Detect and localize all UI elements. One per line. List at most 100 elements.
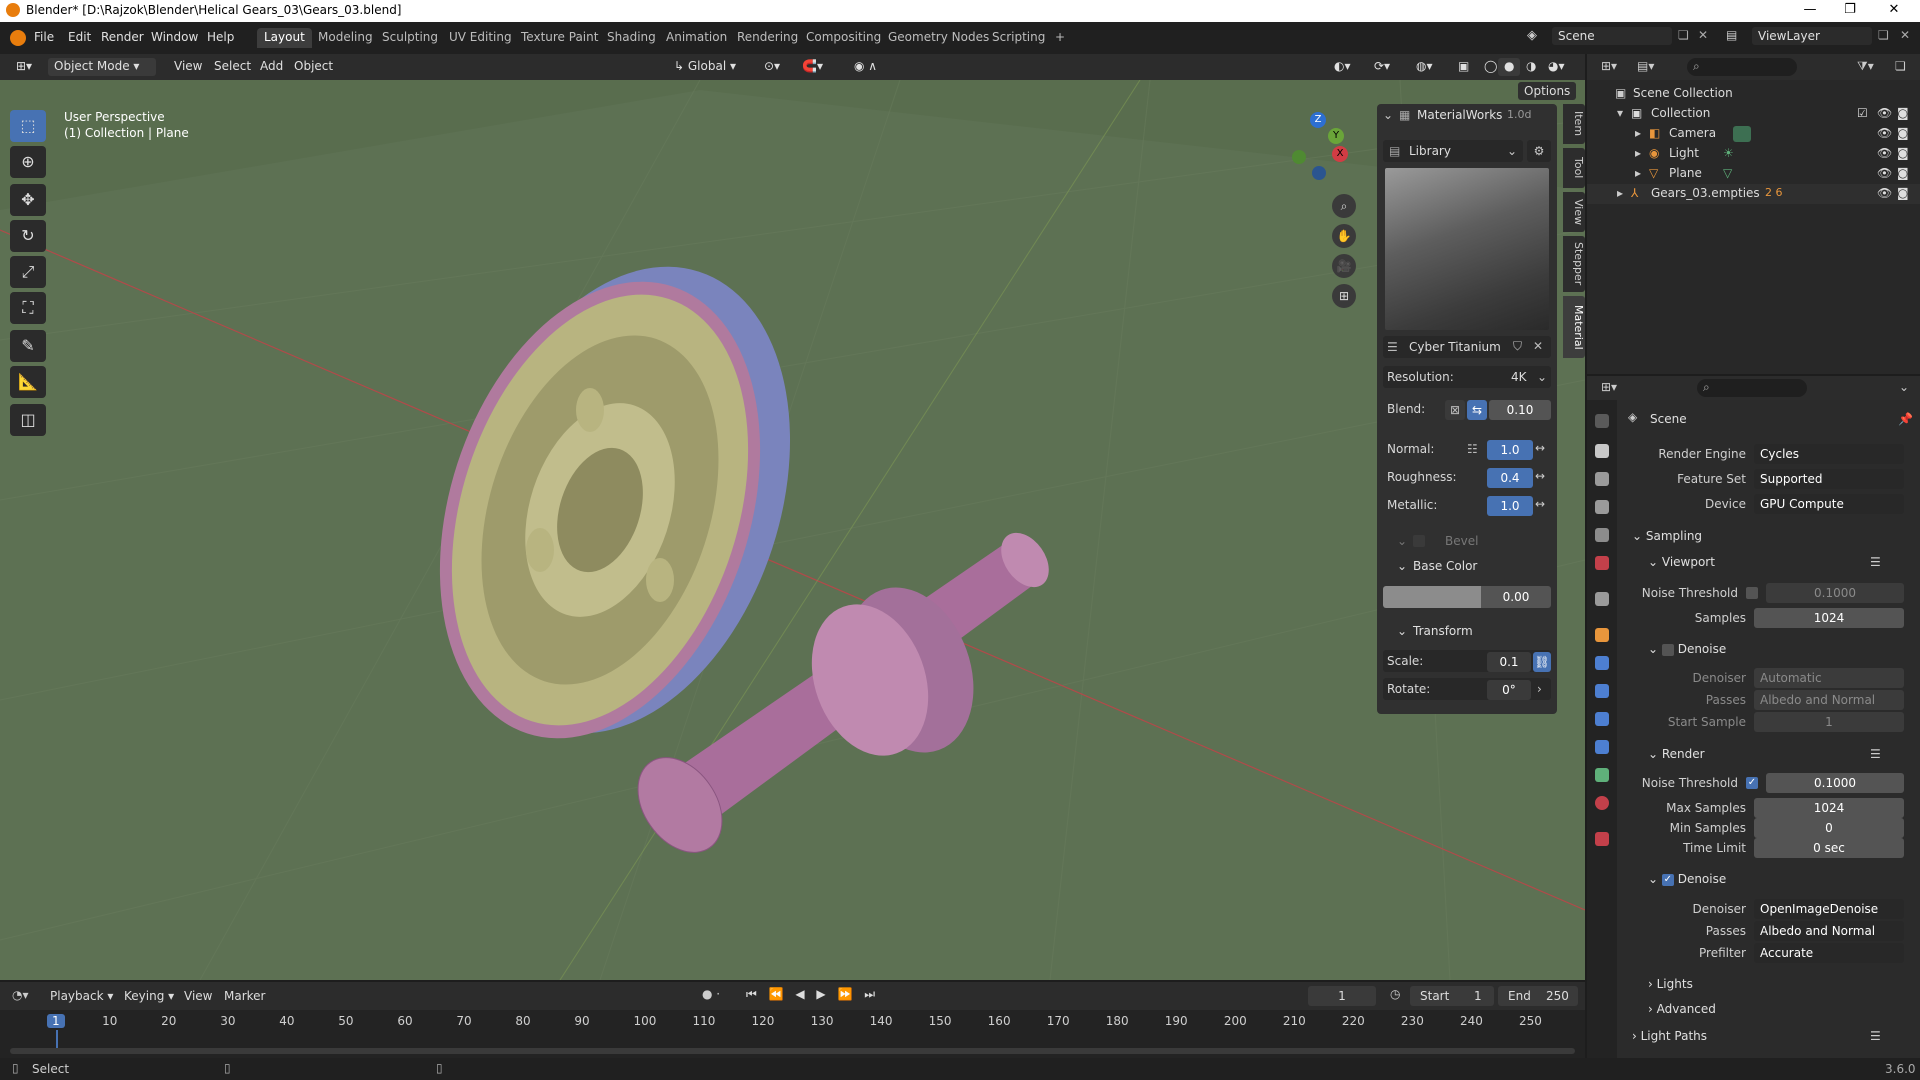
outliner-row-scene-collection[interactable]: ▣ Scene Collection [1587, 84, 1920, 104]
chevron-down-icon[interactable]: ⌄ [1899, 380, 1909, 394]
sampling-panel-header[interactable]: ⌄ Sampling [1632, 529, 1702, 543]
vp-denoise-header[interactable]: ⌄ Denoise [1648, 642, 1726, 656]
vp-denoiser-dropdown[interactable]: Automatic [1754, 668, 1904, 688]
pan-hand-icon[interactable]: ✋ [1332, 224, 1356, 248]
tab-geometry-nodes[interactable]: Geometry Nodes [881, 28, 996, 48]
scene-field[interactable]: Scene [1552, 27, 1672, 45]
viewlayer-remove-icon[interactable]: ✕ [1900, 28, 1910, 42]
pin-icon[interactable]: 📌 [1898, 412, 1913, 426]
tab-item[interactable]: Item [1563, 104, 1585, 144]
clock-icon[interactable]: ◷ [1390, 987, 1400, 1001]
measure-tool[interactable]: 📐 [10, 366, 46, 398]
menu-keying[interactable]: Keying ▾ [124, 989, 174, 1003]
checkbox-icon[interactable]: ☑ [1857, 106, 1868, 120]
r-min-samples-value[interactable]: 0 [1754, 818, 1904, 838]
material-preview[interactable] [1385, 168, 1549, 330]
base-color-collapse-icon[interactable]: ⌄ [1397, 559, 1407, 573]
minimize-button[interactable]: — [1790, 2, 1830, 17]
navigation-gizmo[interactable]: Z Y X [1280, 112, 1350, 182]
maximize-button[interactable]: ❐ [1830, 2, 1870, 17]
menu-window[interactable]: Window [151, 30, 198, 44]
eye-icon[interactable]: 👁 [1877, 186, 1892, 200]
cursor-tool[interactable]: ⊕ [10, 146, 46, 178]
start-frame-field[interactable]: Start 1 [1410, 986, 1494, 1006]
metallic-swap-icon[interactable]: ↔ [1535, 497, 1545, 511]
scene-new-icon[interactable]: ❏ [1678, 28, 1689, 42]
camera-render-icon[interactable]: ◙ [1897, 166, 1909, 180]
zoom-icon[interactable]: ⌕ [1332, 194, 1356, 218]
eye-icon[interactable]: 👁 [1877, 106, 1892, 120]
panel-collapse-icon[interactable]: ⌄ [1383, 108, 1393, 122]
expand-icon[interactable]: ▸ [1635, 126, 1641, 140]
gizmo-y-icon[interactable]: Y [1328, 128, 1344, 144]
data-tab-icon[interactable] [1595, 768, 1609, 782]
close-button[interactable]: ✕ [1874, 2, 1914, 17]
annotate-tool[interactable]: ✎ [10, 330, 46, 362]
light-data-icon[interactable]: ☀ [1723, 146, 1734, 160]
display-mode-icon[interactable]: ▤▾ [1637, 59, 1654, 73]
gizmo-x-icon[interactable]: X [1332, 146, 1348, 162]
particles-tab-icon[interactable] [1595, 684, 1609, 698]
xray-icon[interactable]: ▣ [1452, 58, 1475, 76]
close-icon[interactable]: ✕ [1533, 339, 1543, 353]
tab-animation[interactable]: Animation [659, 28, 734, 48]
outliner-editor-icon[interactable]: ⊞▾ [1601, 59, 1617, 73]
expand-icon[interactable]: ▸ [1617, 186, 1623, 200]
bevel-checkbox[interactable] [1413, 535, 1425, 547]
tab-stepper[interactable]: Stepper [1563, 236, 1585, 292]
record-icon[interactable]: ● · [702, 987, 720, 1001]
tab-compositing[interactable]: Compositing [799, 28, 888, 48]
proportional-icon[interactable]: ◉ ∧ [848, 58, 883, 76]
menu-object[interactable]: Object [288, 58, 339, 76]
metallic-value[interactable]: 1.0 [1487, 496, 1533, 516]
r-denoise-header[interactable]: ⌄ ✓ Denoise [1648, 872, 1726, 886]
menu-playback[interactable]: Playback ▾ [50, 989, 113, 1003]
current-frame-field[interactable]: 1 [1308, 986, 1376, 1006]
r-denoiser-dropdown[interactable]: OpenImageDenoise [1754, 899, 1904, 919]
roughness-value[interactable]: 0.4 [1487, 468, 1533, 488]
vp-denoise-checkbox[interactable] [1661, 643, 1674, 656]
camera-render-icon[interactable]: ◙ [1897, 146, 1909, 160]
scale-link-icon[interactable]: ⛓ [1533, 652, 1551, 672]
viewport-subpanel-header[interactable]: ⌄ Viewport [1648, 555, 1715, 569]
render-tab-icon[interactable] [1595, 444, 1609, 458]
overlay-icon[interactable]: ◍▾ [1410, 58, 1439, 76]
tab-material[interactable]: Material [1563, 296, 1585, 358]
menu-help[interactable]: Help [207, 30, 234, 44]
light-paths-panel-header[interactable]: › Light Paths [1632, 1029, 1707, 1043]
viewlayer-icon[interactable]: ▤ [1726, 28, 1737, 42]
menu-marker[interactable]: Marker [224, 989, 265, 1003]
view-layer-tab-icon[interactable] [1595, 500, 1609, 514]
device-dropdown[interactable]: GPU Compute [1754, 494, 1904, 514]
library-dropdown[interactable]: ▤ Library ⌄ [1383, 140, 1523, 162]
tab-tool[interactable]: Tool [1563, 148, 1585, 188]
add-workspace-button[interactable]: + [1048, 28, 1072, 48]
blend-mode-icon[interactable]: ⊠ [1445, 400, 1465, 420]
playback-controls[interactable]: ⏮ ⏪ ◀ ▶ ⏩ ⏭ [746, 987, 879, 1002]
filter-icon[interactable]: ⧩▾ [1857, 59, 1874, 74]
base-color-value[interactable]: 0.00 [1481, 586, 1551, 608]
menu-render[interactable]: Render [101, 30, 144, 44]
world-tab-icon[interactable] [1595, 556, 1609, 570]
add-cube-tool[interactable]: ◫ [10, 404, 46, 436]
outliner-row-plane[interactable]: ▸ ▽ Plane ▽ 👁 ◙ [1587, 164, 1920, 184]
end-frame-field[interactable]: End 250 [1498, 986, 1578, 1006]
normal-settings-icon[interactable]: ☷ [1467, 442, 1478, 456]
visibility-icon[interactable]: ◐▾ [1328, 58, 1357, 76]
tab-sculpting[interactable]: Sculpting [375, 28, 445, 48]
scale-value[interactable]: 0.1 [1487, 652, 1531, 672]
orientation-dropdown[interactable]: ↳ Global ▾ [668, 58, 742, 76]
collection-tab-icon[interactable] [1595, 592, 1609, 606]
tab-texture-paint[interactable]: Texture Paint [514, 28, 605, 48]
viewlayer-new-icon[interactable]: ❏ [1878, 28, 1889, 42]
feature-set-dropdown[interactable]: Supported [1754, 469, 1904, 489]
timeline-editor-icon[interactable]: ◔▾ [12, 988, 29, 1002]
children-count[interactable]: 2 6 [1765, 186, 1783, 199]
lights-panel-header[interactable]: › Lights [1648, 977, 1693, 991]
eye-icon[interactable]: 👁 [1877, 166, 1892, 180]
editor-type-icon[interactable]: ⊞▾ [10, 58, 38, 76]
eye-icon[interactable]: 👁 [1877, 146, 1892, 160]
rotate-value[interactable]: 0° [1487, 680, 1531, 700]
presets-list-icon[interactable]: ☰ [1870, 747, 1881, 761]
base-color-swatch[interactable] [1383, 586, 1481, 608]
